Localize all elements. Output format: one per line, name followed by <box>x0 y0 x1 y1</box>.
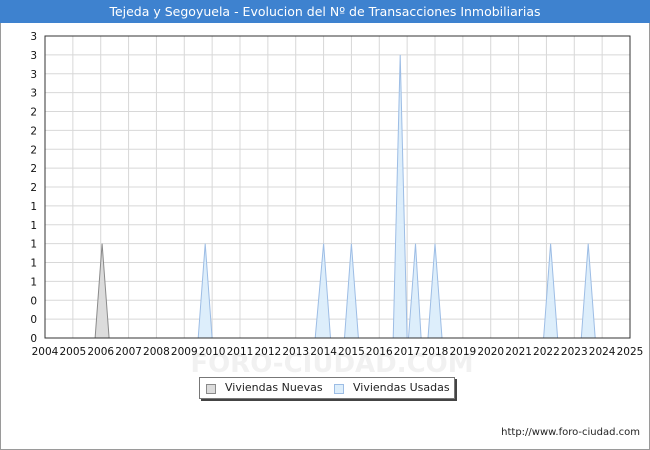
y-tick-label: 3 <box>30 31 37 43</box>
x-tick-label: 2018 <box>422 346 449 358</box>
area-viviendas-usadas-spike <box>427 243 443 339</box>
y-tick-label: 3 <box>30 50 37 62</box>
y-tick-label: 0 <box>30 295 37 307</box>
legend: Viviendas Nuevas Viviendas Usadas <box>199 377 455 399</box>
y-tick-label: 2 <box>30 144 37 156</box>
x-tick-label: 2009 <box>171 346 198 358</box>
area-viviendas-usadas-spike <box>343 243 359 339</box>
y-tick-label: 0 <box>30 333 37 345</box>
x-tick-label: 2017 <box>394 346 421 358</box>
area-viviendas-usadas-spike <box>314 243 332 339</box>
x-tick-label: 2012 <box>254 346 281 358</box>
x-tick-label: 2007 <box>115 346 142 358</box>
x-tick-label: 2006 <box>87 346 114 358</box>
legend-swatch-usadas <box>334 384 344 394</box>
footer-url[interactable]: http://www.foro-ciudad.com <box>501 427 640 438</box>
area-viviendas-usadas-spike <box>197 243 213 339</box>
y-tick-label: 2 <box>30 163 37 175</box>
x-tick-label: 2021 <box>505 346 532 358</box>
x-tick-label: 2025 <box>617 346 644 358</box>
y-tick-label: 1 <box>30 276 37 288</box>
x-tick-label: 2005 <box>59 346 86 358</box>
x-tick-label: 2020 <box>477 346 504 358</box>
x-tick-label: 2016 <box>366 346 393 358</box>
y-tick-label: 3 <box>30 88 37 100</box>
x-tick-label: 2013 <box>282 346 309 358</box>
x-tick-label: 2019 <box>449 346 476 358</box>
area-viviendas-usadas-spike <box>543 243 559 339</box>
y-tick-label: 1 <box>30 220 37 232</box>
x-tick-label: 2024 <box>589 346 616 358</box>
y-tick-label: 1 <box>30 201 37 213</box>
legend-label-nuevas: Viviendas Nuevas <box>225 381 323 394</box>
y-tick-label: 1 <box>30 258 37 270</box>
area-viviendas-usadas-spike <box>407 243 422 339</box>
area-viviendas-usadas-spike <box>392 54 408 339</box>
y-tick-label: 2 <box>30 107 37 119</box>
x-tick-label: 2014 <box>310 346 337 358</box>
x-tick-label: 2022 <box>533 346 560 358</box>
x-tick-label: 2008 <box>143 346 170 358</box>
y-tick-label: 2 <box>30 182 37 194</box>
x-tick-label: 2023 <box>561 346 588 358</box>
legend-swatch-nuevas <box>206 384 216 394</box>
x-tick-label: 2010 <box>199 346 226 358</box>
x-tick-label: 2015 <box>338 346 365 358</box>
legend-label-usadas: Viviendas Usadas <box>353 381 450 394</box>
area-viviendas-nuevas-spike <box>94 243 110 339</box>
y-tick-label: 2 <box>30 125 37 137</box>
y-tick-label: 1 <box>30 239 37 251</box>
area-viviendas-usadas-spike <box>580 243 596 339</box>
x-tick-label: 2011 <box>227 346 254 358</box>
y-tick-label: 0 <box>30 314 37 326</box>
x-tick-label: 2004 <box>32 346 59 358</box>
y-tick-label: 3 <box>30 69 37 81</box>
